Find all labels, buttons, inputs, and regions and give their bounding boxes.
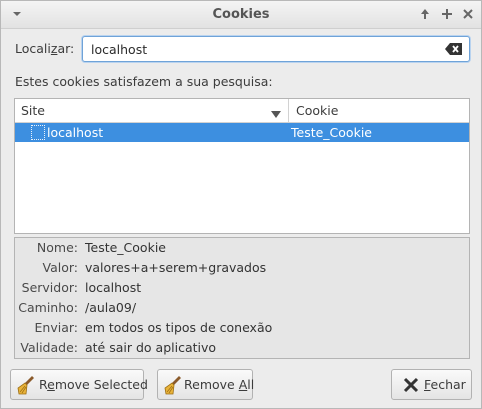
row-cookie: Teste_Cookie: [291, 125, 372, 140]
broom-icon: [164, 375, 184, 395]
remove-selected-button[interactable]: Remove Selected: [10, 369, 148, 400]
close-button[interactable]: Fechar: [391, 369, 472, 400]
value-label: Valor:: [42, 260, 79, 275]
column-header-site[interactable]: Site: [15, 99, 289, 122]
cookies-tree[interactable]: Site Cookie localhost Teste_Cookie: [14, 98, 470, 234]
column-site-label: Site: [21, 103, 45, 118]
close-window-icon[interactable]: [460, 6, 476, 22]
column-header-cookie[interactable]: Cookie: [290, 99, 468, 122]
row-focus-indicator: [31, 125, 45, 140]
results-label: Estes cookies satisfazem a sua pesquisa:: [15, 74, 273, 89]
name-value: Teste_Cookie: [85, 240, 166, 255]
clear-search-icon[interactable]: [445, 42, 463, 56]
search-input-value: localhost: [91, 42, 148, 57]
column-cookie-label: Cookie: [296, 103, 339, 118]
shade-icon[interactable]: [417, 6, 433, 22]
title-bar: Cookies: [1, 1, 481, 29]
close-icon: [401, 375, 421, 395]
cookie-details-panel: Nome: Teste_Cookie Valor: valores+a+sere…: [14, 237, 470, 359]
window-title: Cookies: [212, 7, 270, 22]
server-label: Servidor:: [21, 280, 78, 295]
search-label: Localizar:: [15, 41, 75, 56]
expiry-label: Validade:: [20, 340, 78, 355]
search-input[interactable]: localhost: [82, 36, 470, 62]
maximize-icon[interactable]: [439, 6, 455, 22]
path-label: Caminho:: [18, 300, 78, 315]
broom-icon: [17, 375, 37, 395]
tree-header: Site Cookie: [15, 99, 469, 123]
remove-all-button[interactable]: Remove All: [157, 369, 255, 400]
value-value: valores+a+serem+gravados: [85, 260, 267, 275]
row-site: localhost: [47, 125, 104, 140]
send-value: em todos os tipos de conexão: [85, 320, 273, 335]
send-label: Enviar:: [34, 320, 78, 335]
expiry-value: até sair do aplicativo: [85, 340, 217, 355]
name-label: Nome:: [36, 240, 78, 255]
tree-row[interactable]: localhost Teste_Cookie: [15, 123, 469, 142]
cookies-dialog: Cookies Localizar: localhost Estes cooki…: [0, 0, 482, 409]
remove-selected-label: Remove Selected: [39, 377, 148, 392]
sort-descending-icon: [271, 107, 281, 118]
server-value: localhost: [85, 280, 142, 295]
remove-all-label: Remove All: [184, 377, 255, 392]
path-value: /aula09/: [85, 300, 137, 315]
close-label: Fechar: [424, 377, 466, 392]
